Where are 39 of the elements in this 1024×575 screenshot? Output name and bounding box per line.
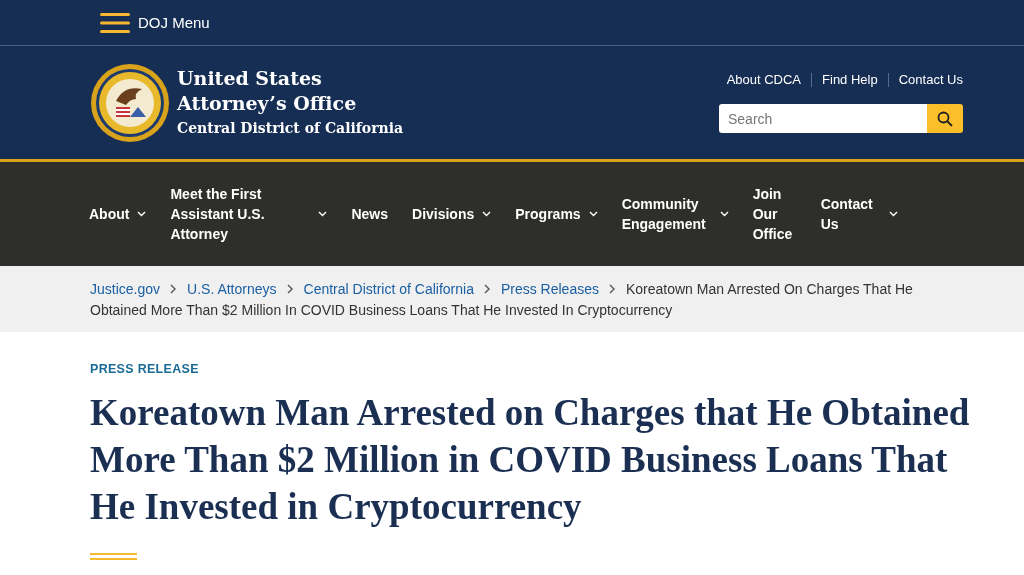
breadcrumb-link[interactable]: Justice.gov <box>90 281 161 297</box>
breadcrumb-current: Koreatown Man Arrested On Charges That He <box>625 281 913 297</box>
chevron-icon <box>137 211 147 217</box>
nav-dropdown[interactable]: Divisions <box>412 204 492 224</box>
nav-dropdown[interactable]: Meet the First Assistant U.S. Attorney <box>170 184 328 244</box>
district-subtitle: Central District of California <box>177 119 404 138</box>
chevron-icon <box>286 284 294 294</box>
chevron-icon <box>482 211 492 217</box>
eyebrow-label: PRESS RELEASE <box>90 362 200 376</box>
chevron-icon <box>588 211 598 217</box>
office-title: Attorney’s Office <box>177 91 358 116</box>
breadcrumb-link[interactable]: Central District of California <box>303 281 474 297</box>
nav-dropdown[interactable]: Community Engagement <box>621 194 729 234</box>
nav-dropdown[interactable]: About <box>89 204 147 224</box>
chevron-icon <box>483 284 491 294</box>
breadcrumb-link[interactable]: Press Releases <box>500 281 599 297</box>
nav-dropdown[interactable]: Contact Us <box>820 194 898 234</box>
utility-link[interactable]: Contact Us <box>898 72 963 87</box>
utility-link[interactable]: About CDCA <box>726 72 802 87</box>
search-button[interactable] <box>927 104 963 133</box>
utility-link[interactable]: Find Help <box>822 72 878 87</box>
title-underline <box>90 553 137 560</box>
office-title: United States <box>177 66 323 91</box>
nav-link[interactable]: News <box>351 204 388 224</box>
chevron-icon <box>318 211 328 217</box>
menu-icon <box>100 12 130 33</box>
nav-dropdown[interactable]: Programs <box>515 204 598 224</box>
breadcrumb-link[interactable]: U.S. Attorneys <box>187 281 277 297</box>
seal-logo[interactable] <box>90 62 170 143</box>
breadcrumb-current: Obtained More Than $2 Million In COVID Business Loans That He Invested In Cryptocurrency <box>90 301 674 320</box>
chevron-icon <box>888 211 898 217</box>
nav-link[interactable]: Join Our Office <box>752 184 797 244</box>
search-field[interactable]: Search <box>719 104 927 133</box>
article-title: Koreatown Man Arrested on Charges that He Obtained More Than $2 Million in COVID Business Loans That He Invested in Cryptocurrency <box>90 391 970 529</box>
chevron-icon <box>719 211 729 217</box>
chevron-icon <box>608 284 616 294</box>
search-icon <box>937 110 953 127</box>
chevron-icon <box>170 284 178 294</box>
menu-button[interactable]: DOJ Menu <box>100 12 210 33</box>
